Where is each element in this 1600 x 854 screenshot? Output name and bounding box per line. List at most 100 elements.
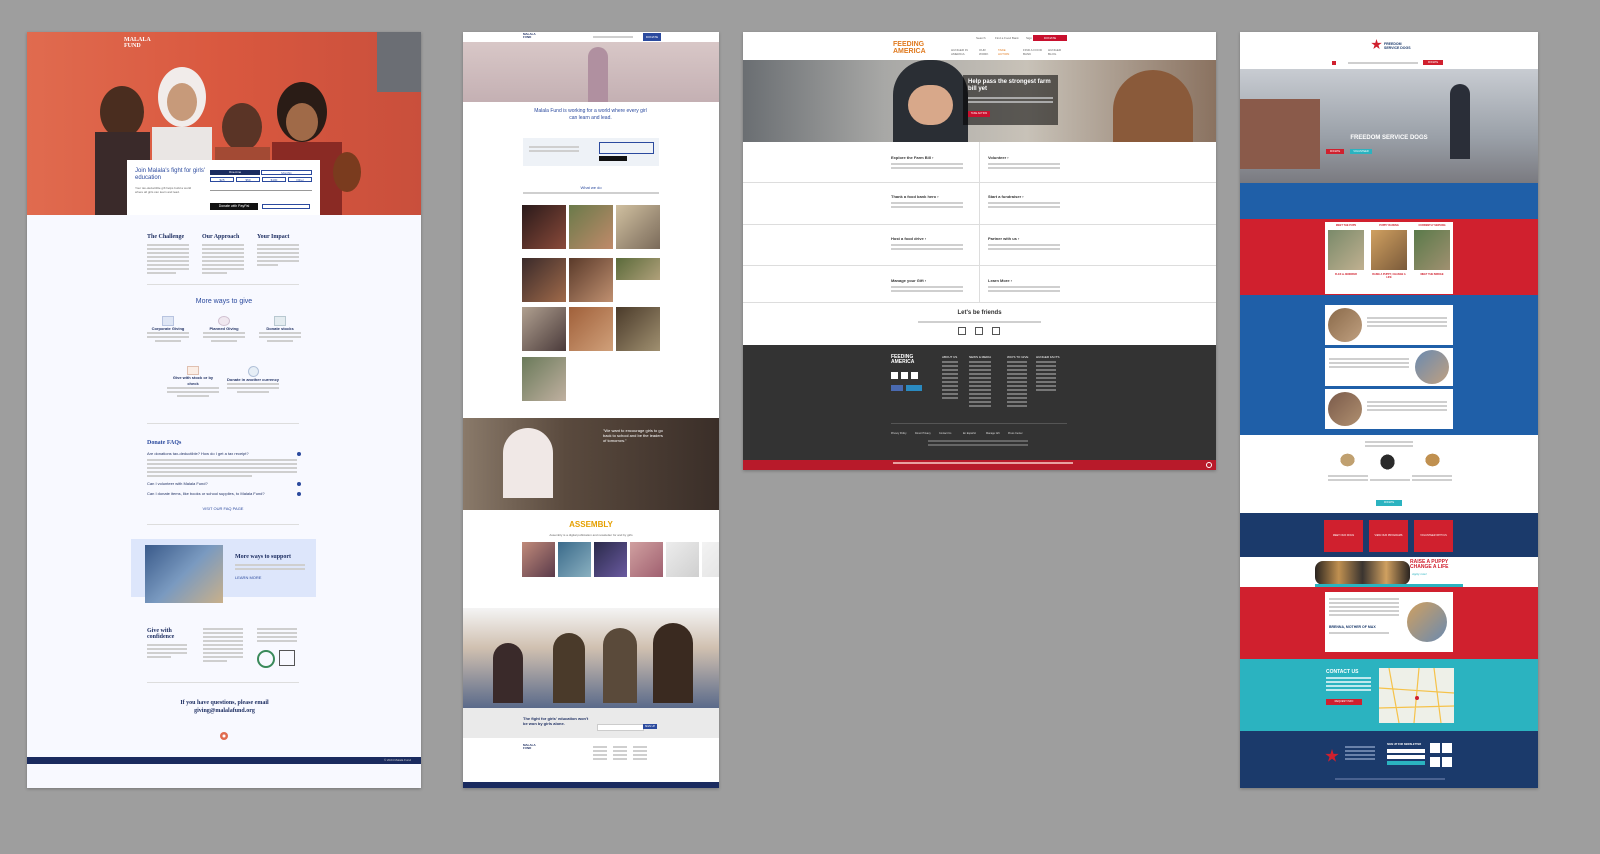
newsletter-input[interactable] bbox=[1387, 749, 1425, 753]
story-card[interactable] bbox=[569, 258, 613, 302]
assembly-card[interactable] bbox=[594, 542, 627, 577]
way-item[interactable]: Give with stock or by check bbox=[167, 366, 219, 397]
divider bbox=[147, 524, 299, 525]
story-card[interactable] bbox=[569, 307, 613, 351]
story-card[interactable] bbox=[616, 258, 660, 280]
donate-button[interactable]: DONATE bbox=[643, 33, 661, 41]
badge-icon bbox=[1430, 743, 1440, 753]
twitter-icon[interactable] bbox=[975, 327, 983, 335]
panel-malala-donate: MALALA FUND Join Malala's fight for girl… bbox=[27, 32, 421, 788]
nav-take-action[interactable]: TAKE ACTION bbox=[998, 48, 1016, 56]
nav-hunger[interactable]: HUNGER IN AMERICA bbox=[951, 48, 973, 56]
assembly-card[interactable] bbox=[702, 542, 719, 577]
story-card[interactable] bbox=[522, 205, 566, 249]
footer-instagram-icon[interactable] bbox=[911, 372, 918, 379]
frequency-one-time[interactable]: One-time bbox=[210, 170, 260, 175]
assembly-card[interactable] bbox=[558, 542, 591, 577]
programs-button[interactable]: VIEW OUR PROGRAMS bbox=[1369, 520, 1408, 552]
footer-logo-bottom: AMERICA bbox=[891, 359, 915, 365]
way-item[interactable]: Planned Giving bbox=[203, 316, 245, 342]
way-item[interactable]: Donate in another currency bbox=[227, 366, 279, 393]
card-manage-gift[interactable]: Manage your Gift › bbox=[891, 277, 926, 284]
dog-image bbox=[1420, 449, 1445, 471]
newsletter-submit[interactable] bbox=[1387, 761, 1425, 765]
footer-link[interactable]: Donor Privacy bbox=[915, 432, 931, 435]
card-farm-bill[interactable]: Explore the Farm Bill › bbox=[891, 154, 933, 161]
footer-link[interactable]: Press Center bbox=[1008, 432, 1023, 435]
story-card[interactable] bbox=[522, 258, 566, 302]
amount-option[interactable]: Other bbox=[288, 177, 312, 182]
newsletter-email-input[interactable] bbox=[597, 724, 644, 731]
paypal-donate-button[interactable]: Donate with PayPal bbox=[210, 203, 258, 210]
newsletter-signup-button[interactable]: SIGN UP bbox=[643, 724, 657, 729]
meet-dogs-button[interactable]: MEET OUR DOGS bbox=[1324, 520, 1363, 552]
nav-blog[interactable]: HUNGER BLOG bbox=[1048, 48, 1066, 56]
puppy-banner[interactable]: RAISE A PUPPY CHANGE A LIFE Apply now! bbox=[1240, 557, 1538, 587]
assembly-card[interactable] bbox=[630, 542, 663, 577]
card-volunteer[interactable]: Volunteer › bbox=[988, 154, 1009, 161]
amount-option[interactable]: $50 bbox=[236, 177, 260, 182]
contact-request-button[interactable]: REQUEST INFO bbox=[1326, 699, 1362, 705]
way-item[interactable]: Corporate Giving bbox=[147, 316, 189, 342]
paypal-button[interactable] bbox=[599, 156, 627, 161]
instagram-icon[interactable] bbox=[992, 327, 1000, 335]
story-card[interactable] bbox=[522, 307, 566, 351]
join-form-card: Join Malala's fight for girls' education… bbox=[127, 160, 320, 215]
header: FEEDING AMERICA Search Find a Food Bank … bbox=[743, 32, 1216, 60]
footer-link[interactable]: Privacy Policy bbox=[891, 432, 907, 435]
footer-facebook-icon[interactable] bbox=[891, 372, 898, 379]
faq-toggle-icon[interactable] bbox=[297, 452, 301, 456]
frequency-monthly[interactable]: Monthly bbox=[261, 170, 312, 175]
card-partner[interactable]: Partner with us › bbox=[988, 235, 1019, 242]
faq-link[interactable]: VISIT OUR FAQ PAGE bbox=[147, 506, 299, 512]
footer-link[interactable]: Contact Us bbox=[939, 432, 951, 435]
story-card[interactable] bbox=[522, 357, 566, 401]
facebook-icon[interactable] bbox=[958, 327, 966, 335]
amount-option[interactable]: $100 bbox=[262, 177, 286, 182]
map[interactable] bbox=[1379, 668, 1454, 723]
donate-button[interactable]: DONATE bbox=[1376, 500, 1402, 506]
newsletter-input[interactable] bbox=[1387, 755, 1425, 759]
home-icon[interactable] bbox=[1332, 61, 1336, 65]
card-title: CURRENTLY SERVING bbox=[1418, 224, 1446, 227]
col-title-challenge: The Challenge bbox=[147, 234, 185, 240]
faq-toggle-icon[interactable] bbox=[297, 492, 301, 496]
story-card[interactable] bbox=[616, 205, 660, 249]
amount-input[interactable] bbox=[210, 185, 312, 191]
nav-our-work[interactable]: OUR WORK bbox=[979, 48, 995, 56]
donate-button[interactable]: DONATE bbox=[1033, 35, 1067, 41]
nav-donate-button[interactable]: DONATE bbox=[1423, 60, 1443, 65]
card-food-drive[interactable]: Host a food drive › bbox=[891, 235, 926, 242]
hero-volunteer-button[interactable]: VOLUNTEER bbox=[1350, 149, 1372, 154]
footer-twitter-icon[interactable] bbox=[901, 372, 908, 379]
program-card[interactable]: MEET THE PUPS PUPPY RAISING CURRENTLY SE… bbox=[1325, 222, 1453, 294]
footer-link[interactable]: En Español bbox=[963, 432, 976, 435]
story-card[interactable] bbox=[616, 307, 660, 351]
assembly-card[interactable] bbox=[666, 542, 699, 577]
nav-find-food-bank[interactable]: FIND A FOOD BANK bbox=[1023, 48, 1045, 56]
charity-badge-icon bbox=[906, 385, 922, 391]
card-learn-more[interactable]: Learn More › bbox=[988, 277, 1012, 284]
faq-item[interactable]: Can I donate items, like books or school… bbox=[147, 491, 287, 497]
story-card[interactable] bbox=[569, 205, 613, 249]
faq-item[interactable]: Are donations tax-deductible? How do I g… bbox=[147, 451, 287, 457]
faq-item[interactable]: Can I volunteer with Malala Fund? bbox=[147, 481, 287, 487]
support-link[interactable]: LEARN MORE bbox=[235, 575, 261, 581]
avatar bbox=[1328, 308, 1362, 342]
volunteer-button[interactable]: VOLUNTEER WITH US bbox=[1414, 520, 1453, 552]
footer-link[interactable]: Manage Gift bbox=[986, 432, 1000, 435]
amount-option[interactable]: $25 bbox=[210, 177, 234, 182]
hero-card: Help pass the strongest farm bill yet TA… bbox=[963, 75, 1058, 125]
utility-food-bank[interactable]: Find a Food Bank bbox=[995, 35, 1019, 41]
close-icon[interactable] bbox=[1206, 462, 1212, 468]
card-thank-hero[interactable]: Thank a food bank hero › bbox=[891, 193, 939, 200]
faq-toggle-icon[interactable] bbox=[297, 482, 301, 486]
assembly-card[interactable] bbox=[522, 542, 555, 577]
hero-take-action-button[interactable]: TAKE ACTION bbox=[968, 111, 990, 117]
utility-search[interactable]: Search bbox=[976, 35, 986, 41]
hero-donate-button[interactable]: DONATE bbox=[1326, 149, 1344, 154]
way-item[interactable]: Donate stocks bbox=[259, 316, 301, 342]
other-options-link[interactable] bbox=[262, 204, 310, 209]
join-widget bbox=[523, 138, 659, 166]
card-fundraiser[interactable]: Start a fundraiser › bbox=[988, 193, 1024, 200]
